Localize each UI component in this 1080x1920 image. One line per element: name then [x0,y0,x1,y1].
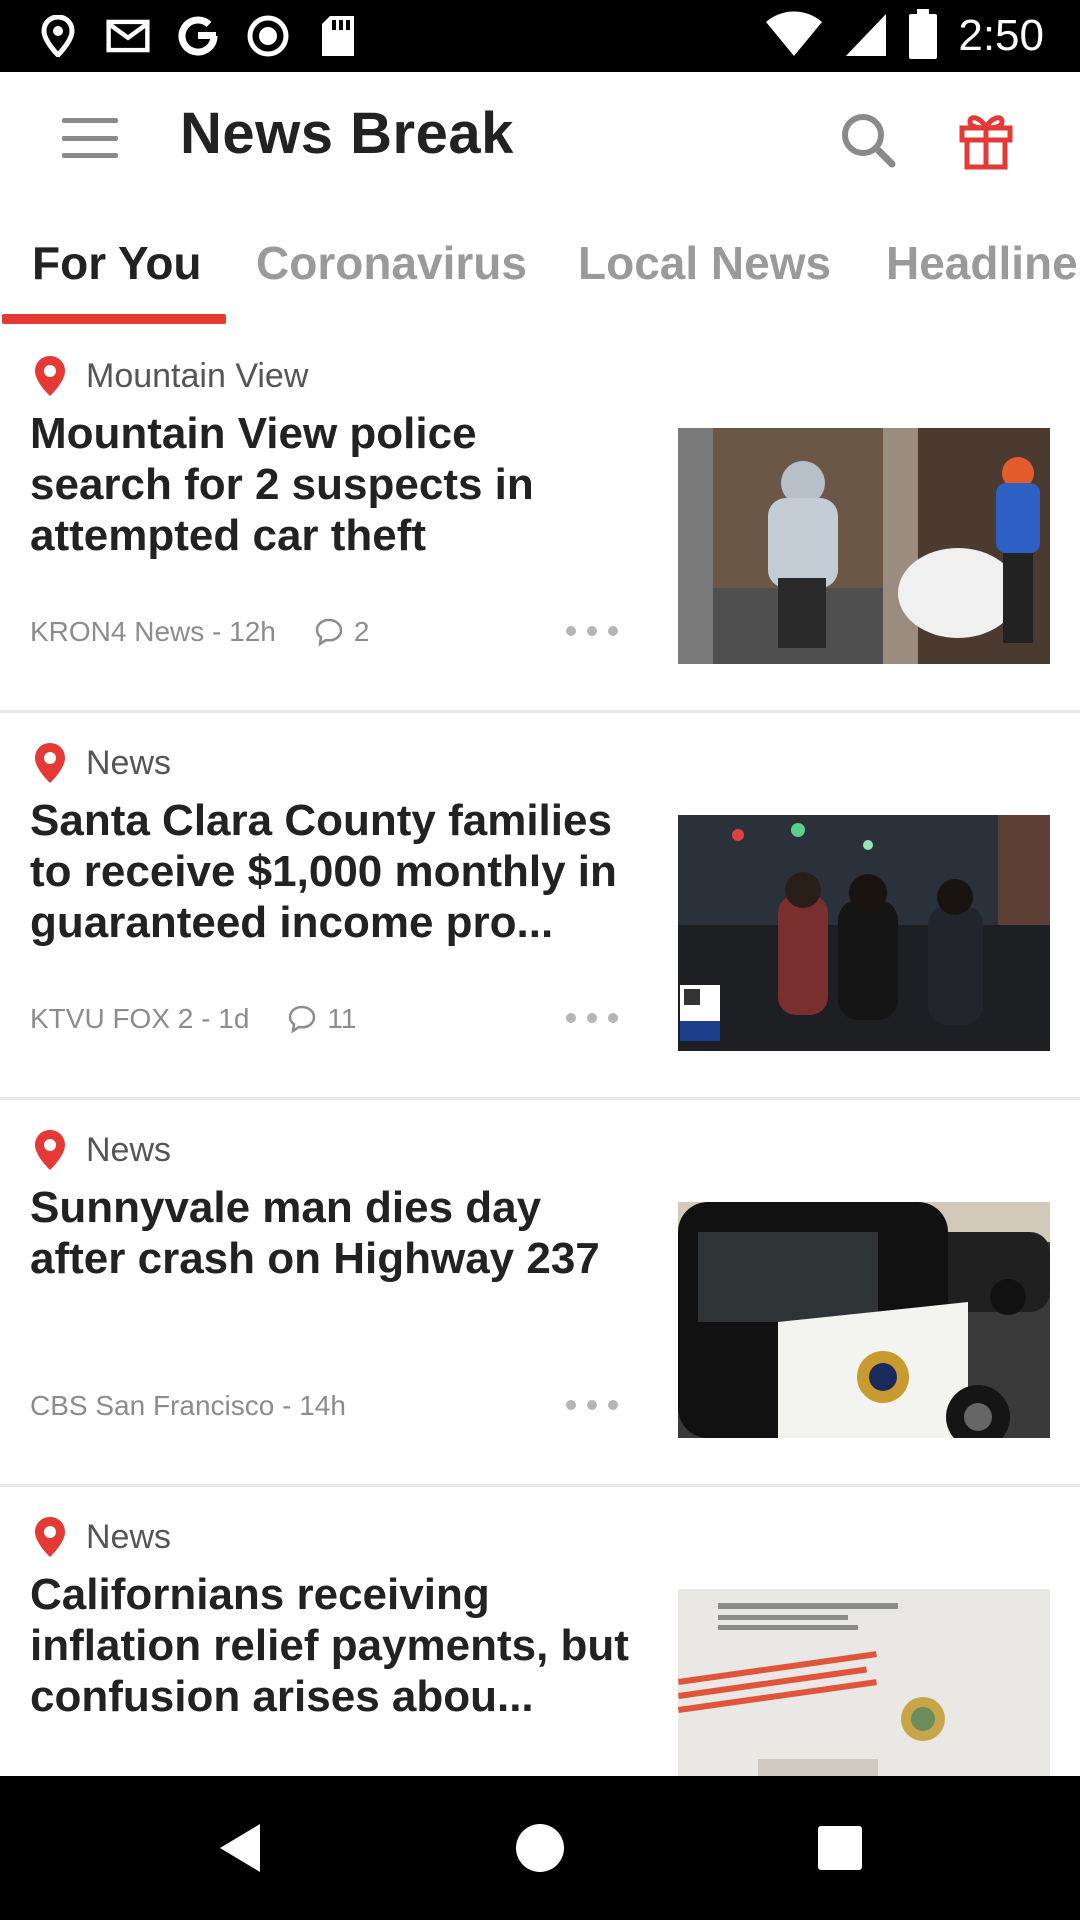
comments[interactable]: 2 [314,616,370,648]
news-feed[interactable]: Mountain View Mountain View police searc… [0,326,1080,1776]
comment-icon [315,618,343,647]
headline[interactable]: Californians receiving inflation relief … [30,1569,630,1722]
back-icon[interactable] [218,1822,262,1874]
tab-headlines[interactable]: Headlines [886,236,1080,290]
headline[interactable]: Sunnyvale man dies day after crash on Hi… [30,1182,630,1284]
suspects-photo[interactable] [678,428,1050,664]
recents-icon[interactable] [818,1826,862,1870]
headline[interactable]: Mountain View police search for 2 suspec… [30,408,630,561]
highway-patrol-car-photo[interactable] [678,1202,1050,1438]
street-crowd-photo[interactable] [678,815,1050,1051]
gmail-icon [106,14,150,58]
news-card[interactable]: News Californians receiving inflation re… [0,1487,1080,1776]
google-icon [176,14,220,58]
card-tag[interactable]: News [32,1128,171,1172]
comment-count: 2 [353,616,370,647]
card-tag[interactable]: Mountain View [32,354,308,398]
more-options-button[interactable] [566,616,618,646]
sd-card-icon [316,14,360,58]
navigation-bar [0,1776,1080,1920]
battery-icon [908,8,938,64]
location-icon [36,14,80,58]
tab-coronavirus[interactable]: Coronavirus [256,236,527,290]
tag-label: News [86,1130,172,1169]
news-card[interactable]: Mountain View Mountain View police searc… [0,326,1080,713]
wifi-icon [764,10,824,63]
tax-refund-letter-photo[interactable] [678,1589,1050,1776]
home-icon[interactable] [516,1824,564,1872]
search-icon[interactable] [838,110,898,170]
card-meta: KTVU FOX 2 - 1d 11 [30,1003,356,1035]
card-tag[interactable]: News [32,741,171,785]
location-pin-icon [35,356,65,396]
tag-label: News [86,743,172,782]
gift-icon[interactable] [958,110,1014,170]
card-tag[interactable]: News [32,1515,171,1559]
more-options-button[interactable] [566,1003,618,1033]
signal-icon [844,10,888,63]
comment-icon [289,1005,316,1034]
comment-count: 11 [327,1003,357,1034]
menu-icon[interactable] [62,118,118,158]
source-label: KTVU FOX 2 - 1d [30,1003,250,1034]
status-bar: 2:50 [0,0,1080,72]
news-card[interactable]: News Sunnyvale man dies day after crash … [0,1100,1080,1487]
location-pin-icon [35,1130,65,1170]
source-label: CBS San Francisco - 14h [30,1390,346,1421]
headline[interactable]: Santa Clara County families to receive $… [30,795,630,948]
tab-for-you[interactable]: For You [32,236,202,290]
card-meta: KRON4 News - 12h 2 [30,616,369,648]
card-meta: CBS San Francisco - 14h [30,1390,346,1422]
tag-label: News [86,1517,172,1556]
location-pin-icon [35,1517,65,1557]
record-icon [246,14,290,58]
app-title: News Break [180,101,514,166]
more-options-button[interactable] [566,1390,618,1420]
location-pin-icon [35,743,65,783]
status-time: 2:50 [958,11,1044,60]
app-bar: News Break [0,72,1080,202]
tab-local-news[interactable]: Local News [578,236,831,290]
active-tab-indicator [2,314,226,324]
comments[interactable]: 11 [287,1003,356,1035]
tag-label: Mountain View [86,356,309,395]
source-label: KRON4 News - 12h [30,616,276,647]
tab-bar: For You Coronavirus Local News Headlines [0,202,1080,326]
news-card[interactable]: News Santa Clara County families to rece… [0,713,1080,1100]
